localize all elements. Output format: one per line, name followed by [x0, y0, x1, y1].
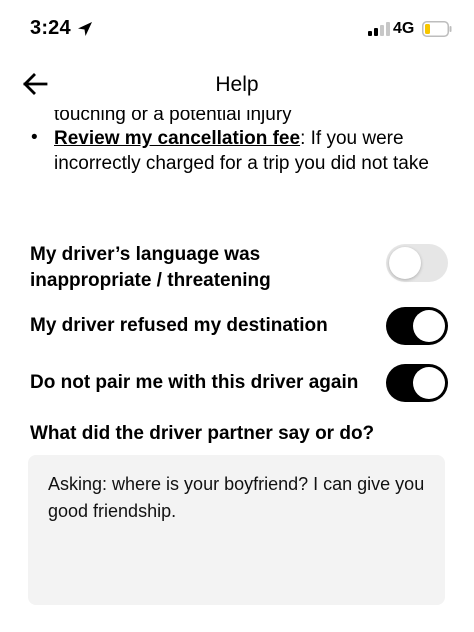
bullet-glyph: •: [31, 127, 38, 148]
network-label: 4G: [393, 20, 415, 37]
toggle-knob: [389, 247, 421, 279]
status-bar: 3:24 4G: [0, 0, 474, 60]
page-title: Help: [215, 73, 259, 96]
option-refused-destination-label: My driver refused my destination: [30, 315, 328, 336]
option-inappropriate-language-label: My driver’s language was inappropriate /…: [30, 244, 271, 291]
option-do-not-pair-label: Do not pair me with this driver again: [30, 372, 359, 393]
clipped-help-line: touching or a potential injury: [54, 110, 292, 125]
review-cancellation-fee-link[interactable]: Review my cancellation fee: [54, 128, 300, 149]
question-label: What did the driver partner say or do?: [30, 423, 375, 444]
battery-icon: [422, 21, 452, 37]
status-time: 3:24: [30, 17, 71, 39]
location-arrow-icon: [78, 22, 92, 36]
help-content[interactable]: touching or a potential injury • Review …: [0, 110, 474, 632]
cancellation-fee-item: Review my cancellation fee: If you were …: [54, 126, 444, 176]
toggle-knob: [413, 367, 445, 399]
header: Help: [0, 60, 474, 110]
toggle-inappropriate-language[interactable]: [386, 244, 448, 282]
toggle-refused-destination[interactable]: [386, 307, 448, 345]
signal-icon: [368, 22, 390, 36]
toggle-knob: [413, 310, 445, 342]
driver-behavior-input[interactable]: Asking: where is your boyfriend? I can g…: [28, 455, 445, 605]
toggle-do-not-pair[interactable]: [386, 364, 448, 402]
